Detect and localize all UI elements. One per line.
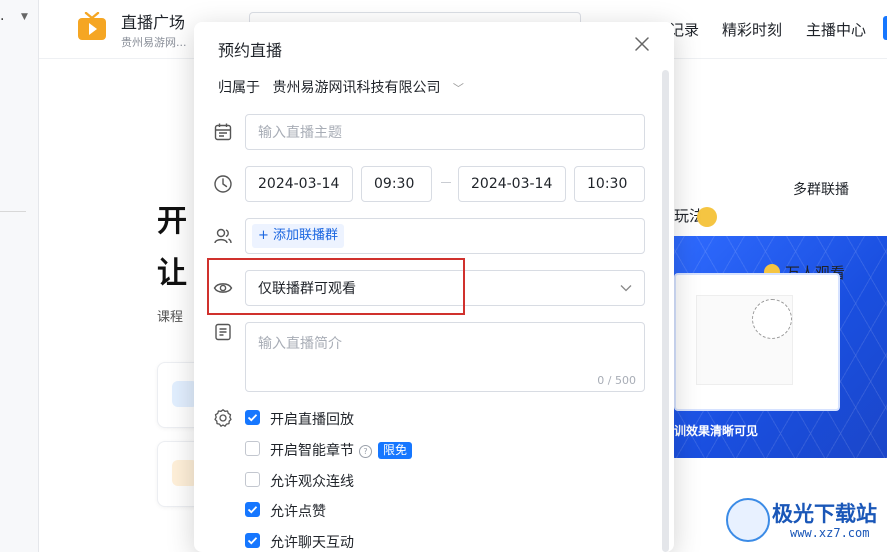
start-time-value: 09:30 [374, 176, 415, 192]
intro-placeholder: 输入直播简介 [258, 336, 342, 352]
brand-subtitle: 贵州易游网... [121, 36, 187, 49]
clock-icon [214, 175, 232, 193]
live-logo-icon[interactable] [77, 12, 107, 42]
watermark-url: www.xz7.com [790, 526, 870, 540]
end-date-input[interactable]: 2024-03-14 [458, 166, 566, 202]
side-tab[interactable] [883, 16, 887, 40]
checkbox-unchecked[interactable] [245, 441, 260, 456]
end-time-value: 10:30 [587, 176, 628, 192]
add-group-button[interactable]: + 添加联播群 [252, 224, 345, 248]
nav-item-highlights[interactable]: 精彩时刻 [722, 19, 782, 40]
hero-heading-line1: 开 [157, 204, 187, 239]
more-icon[interactable]: · [0, 12, 4, 28]
scrollbar[interactable] [662, 70, 669, 552]
checkbox-checked[interactable] [245, 502, 260, 517]
owner-selector[interactable]: 归属于 贵州易游网讯科技有限公司 ﹀ [218, 77, 464, 97]
chevron-down-icon [620, 285, 632, 292]
divider [0, 211, 26, 212]
intro-textarea[interactable]: 输入直播简介 0 / 500 [245, 322, 645, 392]
char-counter: 0 / 500 [597, 374, 636, 387]
nav-item-anchor-center[interactable]: 主播中心 [806, 19, 866, 40]
chevron-down-icon: ﹀ [452, 82, 464, 95]
help-icon[interactable]: ? [359, 445, 372, 458]
promo-caption: 训效果清晰可见 [674, 424, 759, 438]
group-selector[interactable]: + 添加联播群 [245, 218, 645, 254]
hero-description: 课程 [157, 310, 184, 325]
range-separator [441, 182, 451, 183]
visibility-select[interactable]: 仅联播群可观看 [245, 270, 645, 306]
option-label: 允许点赞 [270, 504, 326, 520]
gear-icon [214, 409, 232, 427]
option-label-wrap: 开启智能章节? 限免 [270, 440, 413, 460]
promo-banner: 万人观看 训效果清晰可见 [674, 236, 887, 458]
schedule-live-dialog: 预约直播 归属于 贵州易游网讯科技有限公司 ﹀ 输入直播主题 2024-03-1… [194, 22, 674, 552]
owner-value: 贵州易游网讯科技有限公司 [272, 80, 441, 96]
option-label: 允许聊天互动 [270, 535, 354, 551]
checkbox-checked[interactable] [245, 410, 260, 425]
start-date-input[interactable]: 2024-03-14 [245, 166, 353, 202]
dialog-title: 预约直播 [218, 41, 283, 60]
add-group-label: 添加联播群 [273, 228, 339, 243]
option-label: 开启智能章节 [270, 443, 354, 459]
hero-heading-line2: 让 [157, 256, 187, 291]
calendar-icon [214, 123, 232, 141]
users-icon [214, 228, 232, 244]
magnifier-circle [752, 299, 792, 339]
left-app-strip: · ▼ [0, 0, 39, 552]
watermark-title: 极光下载站 [772, 502, 877, 526]
chevron-down-icon[interactable]: ▼ [21, 12, 28, 22]
close-icon[interactable] [630, 32, 654, 56]
promo-screenshot [674, 273, 840, 411]
document-icon [215, 323, 231, 341]
option-label: 开启直播回放 [270, 412, 354, 428]
topic-placeholder: 输入直播主题 [258, 125, 342, 141]
checkbox-checked[interactable] [245, 533, 260, 548]
brand-title: 直播广场 [121, 13, 186, 32]
owner-label: 归属于 [218, 80, 260, 96]
multi-group-broadcast-label: 多群联播 [793, 182, 849, 198]
emoji-icon [697, 207, 717, 227]
checkbox-unchecked[interactable] [245, 472, 260, 487]
plus-icon: + [258, 228, 274, 243]
start-date-value: 2024-03-14 [258, 176, 340, 192]
eye-icon [213, 283, 233, 293]
topic-input[interactable]: 输入直播主题 [245, 114, 645, 150]
watermark-logo-icon [726, 498, 770, 542]
watermark: 极光下载站 www.xz7.com [726, 496, 886, 550]
end-date-value: 2024-03-14 [471, 176, 553, 192]
start-time-input[interactable]: 09:30 [361, 166, 432, 202]
free-badge: 限免 [378, 442, 413, 459]
end-time-input[interactable]: 10:30 [574, 166, 645, 202]
option-label: 允许观众连线 [270, 474, 354, 490]
visibility-value: 仅联播群可观看 [258, 281, 356, 297]
